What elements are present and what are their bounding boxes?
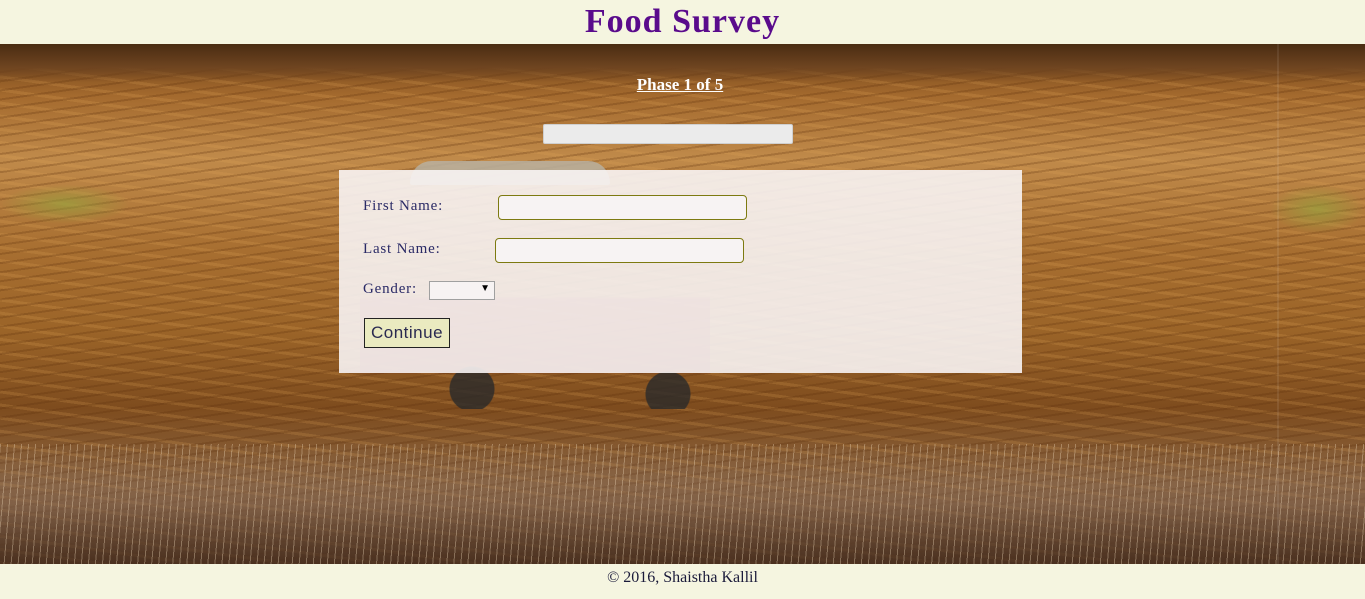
gender-label: Gender: [363,281,417,297]
last-name-field[interactable] [495,238,744,263]
survey-progress-bar [543,124,793,144]
phase-indicator: Phase 1 of 5 [636,75,724,94]
page-header: Food Survey [0,0,1365,44]
page-title: Food Survey [584,3,781,40]
first-name-field[interactable] [498,195,747,220]
page-footer: © 2016, Shaistha Kallil [0,564,1365,599]
first-name-label: First Name: [363,198,444,214]
survey-form: First Name: Last Name: Gender: ▼ Continu… [339,170,1022,373]
copyright-text: © 2016, Shaistha Kallil [607,569,758,586]
last-name-label: Last Name: [363,241,441,257]
gender-select[interactable]: ▼ [429,281,495,300]
continue-button[interactable]: Continue [364,318,450,348]
dropdown-arrow-icon: ▼ [480,283,490,294]
